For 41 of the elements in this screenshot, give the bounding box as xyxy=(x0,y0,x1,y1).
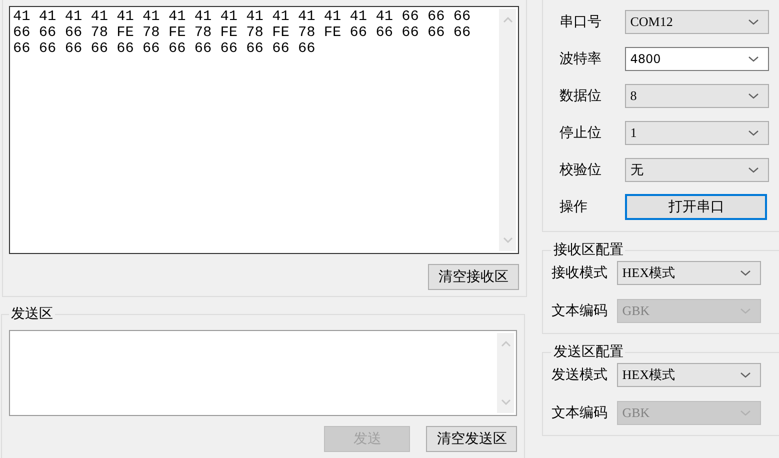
field-label: 文本编码 xyxy=(550,302,608,320)
group-title: 发送区 xyxy=(10,305,54,323)
field-label: 接收模式 xyxy=(550,264,608,282)
field-label: 校验位 xyxy=(558,161,602,179)
chevron-down-icon[interactable] xyxy=(748,19,760,25)
chevron-down-icon[interactable] xyxy=(748,130,760,136)
receive-text-area[interactable]: 41 41 41 41 41 41 41 41 41 41 41 41 41 41 41 66 66 66 66 66 66 78 FE 78 FE 78 FE 78 FE 78 FE 66 66 66 66 66 66 66 66 66 66 66 66 66 66 66 66 66 xyxy=(9,6,519,254)
clear-send-button[interactable]: 清空发送区 xyxy=(426,426,518,452)
dropdown[interactable]: HEX模式 xyxy=(617,363,762,387)
field-label: 波特率 xyxy=(558,50,602,68)
scroll-down-icon[interactable] xyxy=(500,399,511,405)
dropdown[interactable]: HEX模式 xyxy=(617,261,762,285)
send-text-area[interactable] xyxy=(9,330,518,416)
scroll-up-icon[interactable] xyxy=(502,17,512,23)
chevron-down-icon[interactable] xyxy=(748,167,760,173)
field-label: 文本编码 xyxy=(550,404,608,422)
chevron-down-icon[interactable] xyxy=(748,93,760,99)
dropdown[interactable]: COM12 xyxy=(625,10,770,34)
scrollbar[interactable] xyxy=(497,333,514,413)
dropdown[interactable]: 4800 xyxy=(625,47,770,71)
dropdown[interactable]: 无 xyxy=(625,158,770,182)
field-label: 操作 xyxy=(558,198,588,216)
scroll-up-icon[interactable] xyxy=(500,341,511,347)
dropdown[interactable]: 8 xyxy=(625,84,770,108)
chevron-down-icon[interactable] xyxy=(748,56,760,62)
chevron-down-icon[interactable] xyxy=(740,372,752,378)
group-title: 发送区配置 xyxy=(552,343,624,361)
received-data-line: 41 41 41 41 41 41 41 41 41 41 41 41 41 41 41 66 66 66 xyxy=(13,9,472,25)
field-label: 串口号 xyxy=(558,13,602,31)
scroll-down-icon[interactable] xyxy=(502,237,512,243)
group-title: 接收区配置 xyxy=(552,241,624,259)
scrollbar[interactable] xyxy=(499,9,516,251)
clear-receive-button[interactable]: 清空接收区 xyxy=(428,264,519,290)
chevron-down-icon[interactable] xyxy=(740,270,752,276)
received-data-line: 66 66 66 78 FE 78 FE 78 FE 78 FE 78 FE 66 66 66 66 66 xyxy=(13,25,472,41)
field-label: 发送模式 xyxy=(550,366,608,384)
received-data-line: 66 66 66 66 66 66 66 66 66 66 66 66 xyxy=(13,41,316,57)
field-label: 停止位 xyxy=(558,124,602,142)
field-label: 数据位 xyxy=(558,87,602,105)
dropdown[interactable]: 1 xyxy=(625,121,770,145)
open-port-button[interactable]: 打开串口 xyxy=(625,194,768,220)
